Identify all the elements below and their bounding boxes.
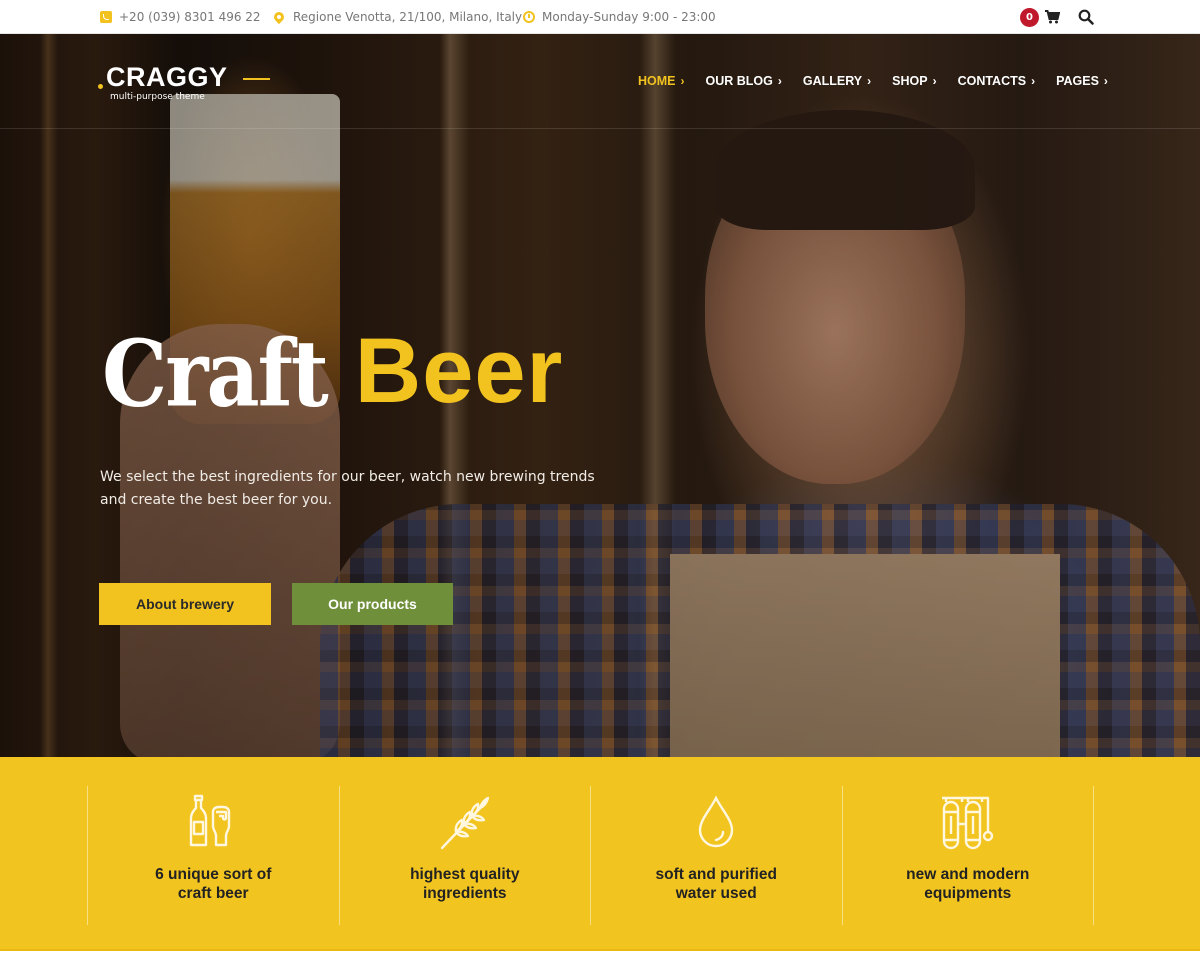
- feature-label: new and modern equipments: [843, 865, 1094, 903]
- about-brewery-button[interactable]: About brewery: [99, 583, 271, 625]
- cart-icon[interactable]: [1044, 9, 1060, 25]
- nav-item-home[interactable]: HOME ›: [638, 74, 685, 88]
- nav-label: CONTACTS: [957, 74, 1027, 88]
- nav-item-contacts[interactable]: CONTACTS ›: [958, 74, 1036, 88]
- nav-item-our-blog[interactable]: OUR BLOG ›: [706, 74, 782, 88]
- nav-label: SHOP: [892, 74, 928, 88]
- phone-number: +20 (039) 8301 496 22: [119, 10, 261, 24]
- hero-title-beer: Beer: [354, 320, 564, 422]
- wheat-icon: [440, 796, 489, 850]
- chevron-right-icon: ›: [867, 74, 872, 88]
- phone-icon: [100, 11, 112, 23]
- nav-label: HOME: [638, 74, 676, 88]
- address-text: Regione Venotta, 21/100, Milano, Italy: [293, 10, 523, 24]
- bottle-and-glass-icon: [190, 794, 231, 847]
- our-products-button[interactable]: Our products: [292, 583, 453, 625]
- brewing-tanks-icon: [941, 796, 993, 850]
- feature-text: new and modern equipments: [906, 866, 1030, 902]
- logo-tagline: multi-purpose theme: [110, 92, 205, 102]
- hero-title-craft: Craft: [102, 320, 329, 428]
- features-strip: 6 unique sort of craft beer highest quali…: [0, 757, 1200, 951]
- chevron-right-icon: ›: [680, 74, 685, 88]
- feature-text: 6 unique sort of craft beer: [155, 866, 272, 902]
- feature-label: soft and purified water used: [591, 865, 842, 903]
- feature-label: highest quality ingredients: [340, 865, 591, 903]
- feature-item: highest quality ingredients: [338, 786, 591, 925]
- chevron-right-icon: ›: [1103, 74, 1108, 88]
- main-nav: HOME › OUR BLOG › GALLERY › SHOP › CONTA…: [638, 74, 1129, 88]
- chevron-right-icon: ›: [932, 74, 937, 88]
- logo-underline: [243, 78, 270, 80]
- chevron-right-icon: ›: [1031, 74, 1036, 88]
- nav-label: PAGES: [1056, 74, 1099, 88]
- map-pin-icon: [271, 9, 287, 25]
- top-bar: +20 (039) 8301 496 22 Regione Venotta, 2…: [0, 0, 1200, 34]
- clock-icon: [523, 11, 535, 23]
- logo-dot: [98, 84, 103, 89]
- feature-item: soft and purified water used: [590, 786, 842, 925]
- header-divider: [0, 128, 1200, 129]
- hero-title: Craft Beer: [102, 319, 564, 428]
- feature-item: new and modern equipments: [841, 786, 1094, 925]
- features-grid: 6 unique sort of craft beer highest quali…: [87, 786, 1094, 925]
- feature-item: 6 unique sort of craft beer: [87, 786, 339, 925]
- nav-item-shop[interactable]: SHOP ›: [892, 74, 936, 88]
- nav-label: OUR BLOG: [705, 74, 773, 88]
- hero-description: We select the best ingredients for our b…: [100, 469, 595, 508]
- feature-label: 6 unique sort of craft beer: [88, 865, 339, 903]
- water-drop-icon: [699, 795, 734, 848]
- hours-text: Monday-Sunday 9:00 - 23:00: [542, 10, 716, 24]
- nav-item-gallery[interactable]: GALLERY ›: [803, 74, 871, 88]
- contact-address: Regione Venotta, 21/100, Milano, Italy: [271, 0, 523, 34]
- logo-name: CRAGGY: [106, 62, 228, 92]
- chevron-right-icon: ›: [777, 74, 782, 88]
- contact-phone[interactable]: +20 (039) 8301 496 22: [100, 0, 261, 34]
- feature-text: soft and purified water used: [655, 866, 777, 902]
- hero-section: CRAGGY multi-purpose theme HOME › OUR BL…: [0, 34, 1200, 757]
- search-icon[interactable]: [1078, 9, 1094, 25]
- feature-text: highest quality ingredients: [410, 866, 520, 902]
- opening-hours: Monday-Sunday 9:00 - 23:00: [523, 0, 716, 34]
- nav-item-pages[interactable]: PAGES ›: [1056, 74, 1108, 88]
- nav-label: GALLERY: [802, 74, 863, 88]
- cart-count-badge[interactable]: 0: [1020, 8, 1039, 27]
